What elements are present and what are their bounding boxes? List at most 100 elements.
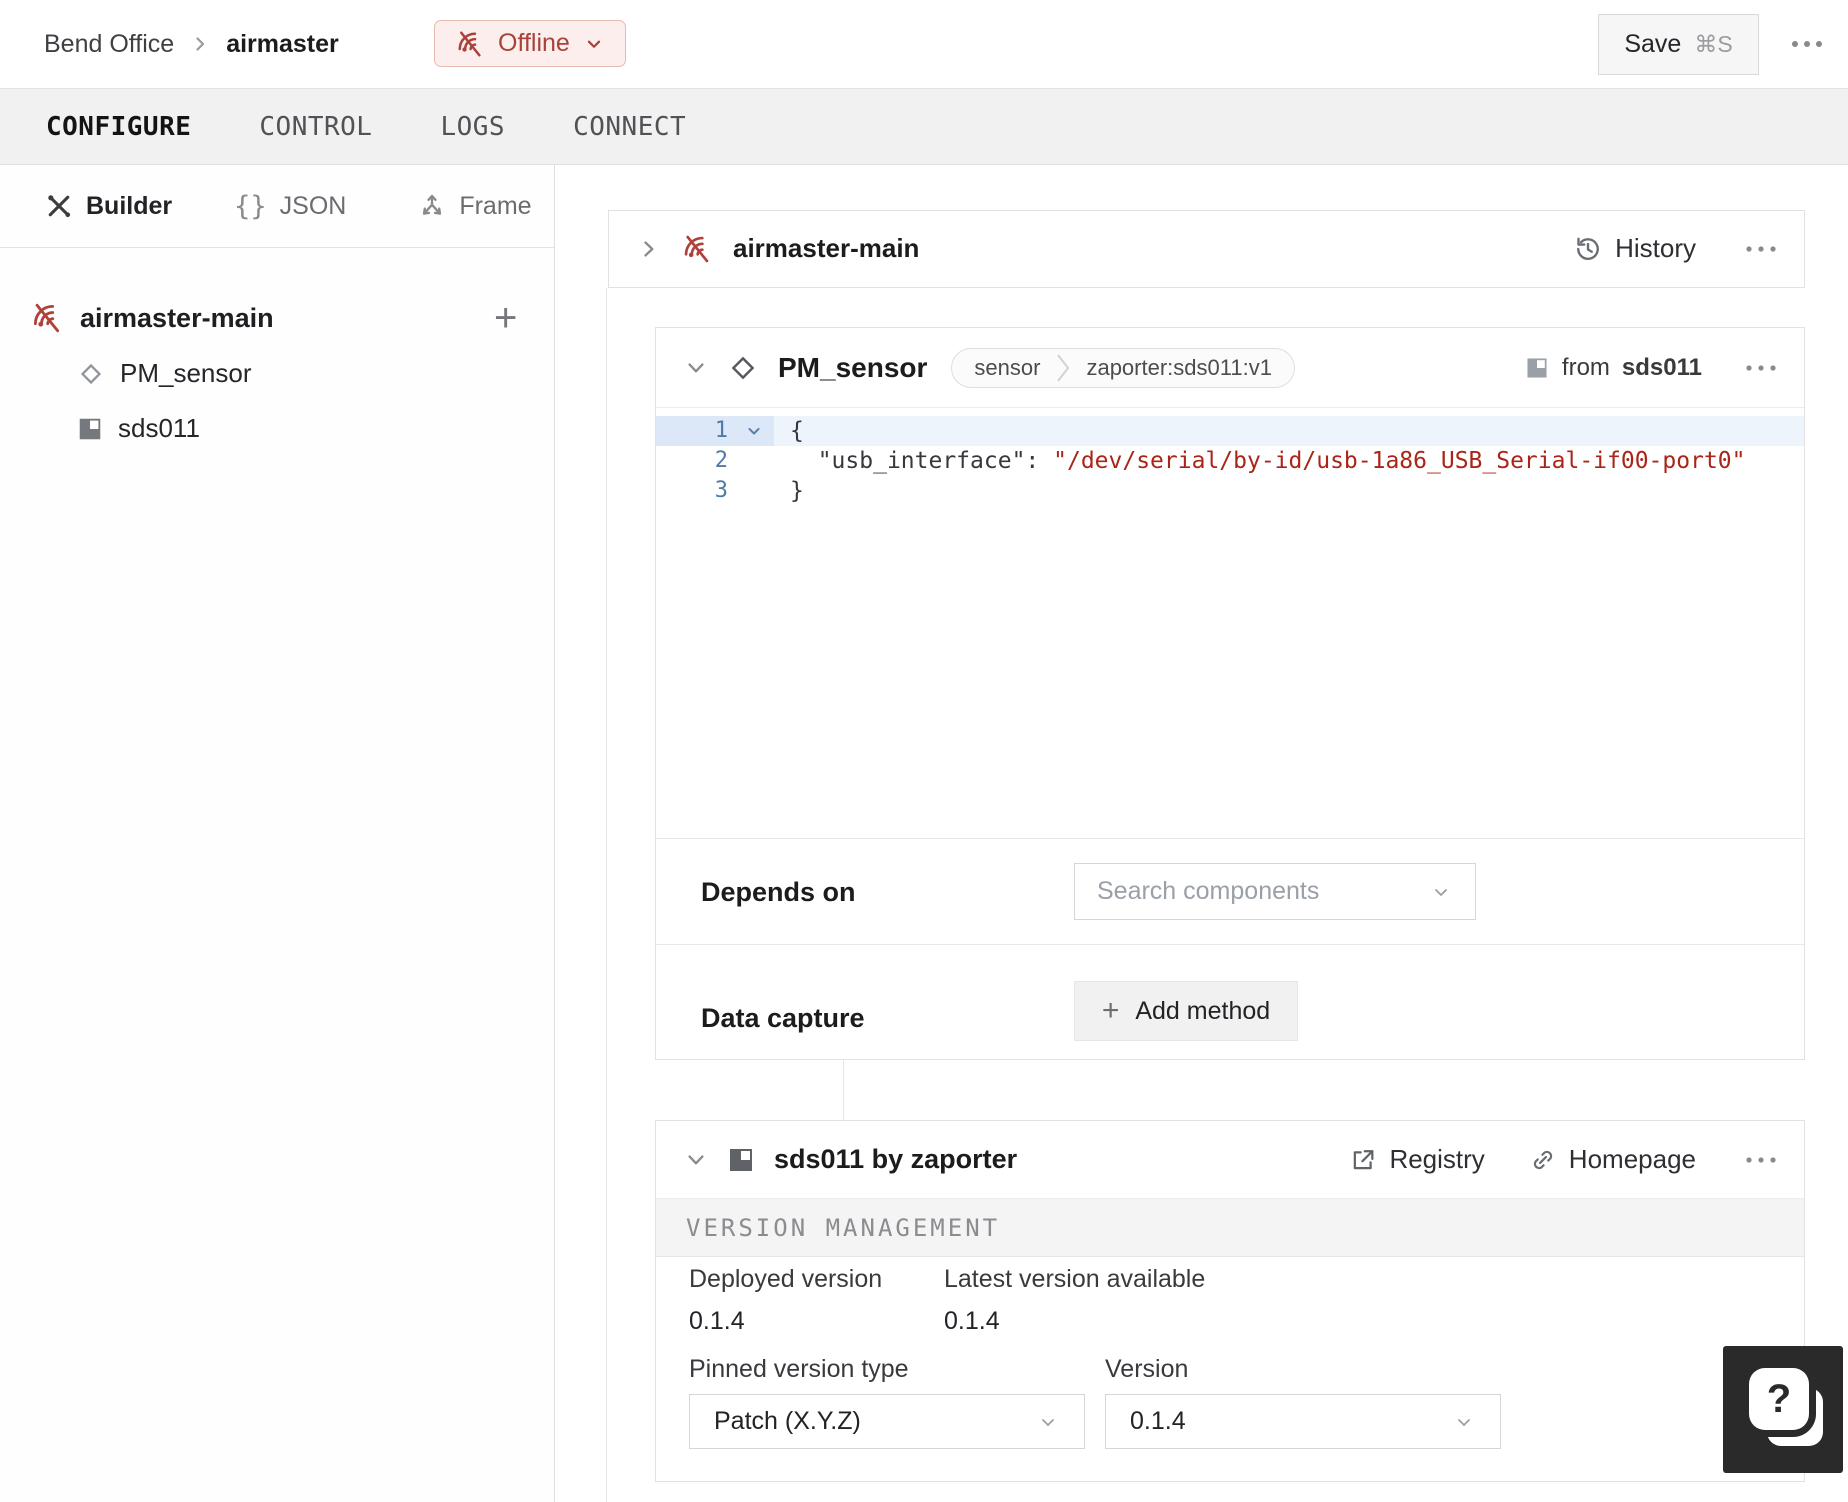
homepage-label: Homepage <box>1568 1144 1696 1174</box>
history-icon <box>1577 237 1600 260</box>
module-icon <box>726 1145 756 1175</box>
add-resource-button[interactable]: + <box>494 298 517 338</box>
builder-tools-icon <box>48 195 71 218</box>
fold-chevron-icon[interactable] <box>744 416 774 446</box>
code-line[interactable]: 1 { <box>656 416 1804 446</box>
breadcrumb: Bend Office airmaster <box>44 0 339 88</box>
version-value: 0.1.4 <box>1130 1407 1186 1435</box>
chevron-down-icon[interactable] <box>682 354 710 382</box>
link-icon <box>1533 1150 1552 1169</box>
chevron-right-icon[interactable] <box>635 235 663 263</box>
save-button-label: Save <box>1624 30 1682 58</box>
tree-item-pm-sensor[interactable]: PM_sensor <box>0 346 554 401</box>
pinned-version-type-select[interactable]: Patch (X.Y.Z) <box>689 1394 1085 1449</box>
line-number: 1 <box>714 418 728 443</box>
component-type-badge: sensor zaporter:sds011:v1 <box>951 347 1295 388</box>
chevron-down-icon[interactable] <box>682 1146 710 1174</box>
main-panel: airmaster-main History PM_sensor sensor … <box>555 165 1848 1502</box>
from-module-link[interactable]: from sds011 <box>1524 354 1702 382</box>
tab-connect[interactable]: CONNECT <box>573 112 686 142</box>
data-capture-label: Data capture <box>701 1003 865 1033</box>
save-button[interactable]: Save ⌘S <box>1598 14 1759 75</box>
data-capture-section: Data capture + Add method <box>656 944 1804 1069</box>
model-badge-label: zaporter:sds011:v1 <box>1086 354 1272 380</box>
help-question-glyph: ? <box>1766 1376 1792 1421</box>
chevron-down-icon <box>1429 880 1453 904</box>
attributes-code-editor[interactable]: 1 { 2 "usb_interface": "/dev/serial/by-i… <box>656 416 1804 839</box>
code-line[interactable]: 2 "usb_interface": "/dev/serial/by-id/us… <box>656 446 1804 476</box>
mode-frame[interactable]: Frame <box>418 191 532 221</box>
code-line[interactable]: 3 } <box>656 476 1804 506</box>
json-key: "usb_interface" <box>817 448 1026 474</box>
version-management-title: VERSION MANAGEMENT <box>686 1213 1001 1242</box>
depends-on-placeholder: Search components <box>1097 877 1320 905</box>
overflow-menu-icon[interactable] <box>1744 356 1778 380</box>
latest-version-value: 0.1.4 <box>944 1307 1000 1335</box>
mode-builder[interactable]: Builder <box>45 192 172 221</box>
badge-divider-chevron-icon <box>1057 353 1070 382</box>
machine-status-dropdown[interactable]: Offline <box>434 20 626 67</box>
depends-on-label: Depends on <box>701 877 856 907</box>
overflow-menu-icon[interactable] <box>1744 237 1778 261</box>
chevron-down-icon <box>1036 1410 1060 1434</box>
code-text: "usb_interface": "/dev/serial/by-id/usb-… <box>817 448 1746 474</box>
wifi-off-icon <box>681 233 713 265</box>
view-mode-switcher: Builder {} JSON Frame <box>0 165 554 248</box>
plus-icon: + <box>1101 994 1120 1027</box>
tab-control[interactable]: CONTROL <box>259 112 372 142</box>
tab-configure[interactable]: CONFIGURE <box>46 112 191 142</box>
sidebar: Builder {} JSON Frame airmaster-main + P… <box>0 165 555 1502</box>
mode-json[interactable]: {} JSON <box>234 191 346 222</box>
homepage-link[interactable]: Homepage <box>1529 1144 1696 1175</box>
tree-item-sds011[interactable]: sds011 <box>0 401 554 456</box>
save-shortcut: ⌘S <box>1694 31 1733 57</box>
component-card-title: PM_sensor <box>778 351 928 383</box>
help-question-icon: ? <box>1749 1368 1809 1430</box>
tree-child-label: sds011 <box>118 413 200 443</box>
deployed-version-value: 0.1.4 <box>689 1307 745 1335</box>
latest-version-label: Latest version available <box>944 1265 1206 1293</box>
mode-json-label: JSON <box>279 191 347 220</box>
status-badge-label: Offline <box>498 29 570 57</box>
type-badge-label: sensor <box>974 354 1041 380</box>
version-select[interactable]: 0.1.4 <box>1105 1394 1501 1449</box>
part-card-airmaster-main: airmaster-main History <box>608 210 1805 288</box>
line-number: 3 <box>714 478 728 503</box>
registry-link[interactable]: Registry <box>1349 1144 1485 1175</box>
chevron-down-icon <box>587 40 600 48</box>
tab-logs[interactable]: LOGS <box>440 112 505 142</box>
pinned-version-type-label: Pinned version type <box>689 1355 909 1383</box>
line-number: 2 <box>714 448 728 473</box>
breadcrumb-chevron-icon <box>188 32 212 56</box>
pinned-version-type-value: Patch (X.Y.Z) <box>714 1407 861 1435</box>
component-card-pm-sensor: PM_sensor sensor zaporter:sds011:v1 from… <box>655 327 1805 1060</box>
module-card-sds011: sds011 by zaporter Registry Homepage VER… <box>655 1120 1805 1482</box>
component-diamond-icon <box>726 351 760 385</box>
history-label: History <box>1615 233 1696 263</box>
breadcrumb-location[interactable]: Bend Office <box>44 30 174 59</box>
chevron-down-icon <box>1452 1410 1476 1434</box>
wifi-off-icon <box>455 29 485 59</box>
module-icon <box>76 415 104 443</box>
from-label: from <box>1561 353 1610 381</box>
part-card-title: airmaster-main <box>733 233 920 263</box>
deployed-version-label: Deployed version <box>689 1265 883 1293</box>
add-method-button[interactable]: + Add method <box>1074 981 1298 1041</box>
help-button[interactable]: ? <box>1723 1346 1843 1473</box>
overflow-menu-icon[interactable] <box>1744 1148 1778 1172</box>
version-label: Version <box>1105 1355 1189 1383</box>
mode-builder-label: Builder <box>86 191 173 220</box>
wifi-off-icon <box>30 301 64 335</box>
active-line-highlight <box>774 416 1804 446</box>
history-button[interactable]: History <box>1573 233 1696 264</box>
frame-axes-icon <box>423 194 442 215</box>
from-module-name: sds011 <box>1621 353 1702 381</box>
json-braces-icon: {} <box>234 190 267 222</box>
mode-frame-label: Frame <box>459 191 532 220</box>
tree-item-airmaster-main[interactable]: airmaster-main + <box>0 290 554 346</box>
tree-part-label: airmaster-main <box>80 302 274 333</box>
overflow-menu-icon[interactable] <box>1788 30 1826 58</box>
tab-bar: CONFIGURE CONTROL LOGS CONNECT <box>0 88 1848 165</box>
tree-connector-line <box>606 288 607 1502</box>
depends-on-select[interactable]: Search components <box>1074 863 1476 920</box>
